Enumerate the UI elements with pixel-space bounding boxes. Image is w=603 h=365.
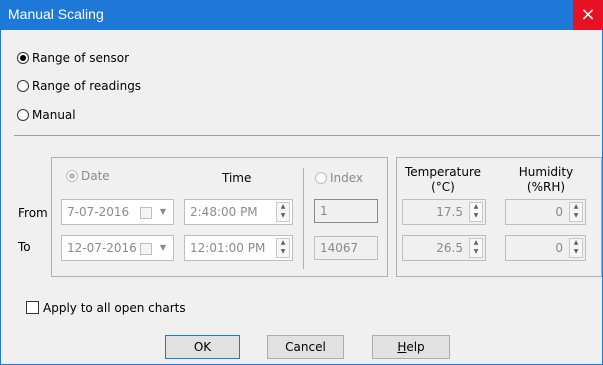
to-label: To [18, 240, 31, 254]
close-button[interactable]: × [573, 0, 603, 30]
help-button[interactable]: Help [372, 335, 450, 359]
radio-date-label: Date [81, 169, 110, 183]
from-label: From [18, 206, 48, 220]
help-label: elp [406, 340, 425, 354]
spin-down-icon: ▼ [473, 212, 479, 219]
radio-date[interactable]: Date [66, 169, 110, 183]
to-index-field[interactable]: 14067 [314, 236, 378, 260]
temperature-spinner[interactable]: ▲ ▼ [469, 202, 483, 222]
to-index-value: 14067 [320, 241, 359, 255]
humidity-spinner[interactable]: ▲ ▼ [569, 238, 583, 258]
calendar-icon [140, 243, 152, 255]
to-humidity-value: 0 [555, 241, 563, 255]
spin-up-icon: ▲ [573, 239, 579, 246]
radio-selected-icon [17, 52, 29, 64]
spin-down-icon: ▼ [280, 248, 286, 255]
from-time-field[interactable]: 2:48:00 PM ▲ ▼ [184, 199, 293, 225]
radio-index-label: Index [330, 171, 364, 185]
to-temperature-field[interactable]: 26.5 ▲ ▼ [402, 235, 486, 261]
humidity-spinner[interactable]: ▲ ▼ [569, 202, 583, 222]
radio-range-of-sensor-label: Range of sensor [32, 51, 129, 65]
from-time-value: 2:48:00 PM [190, 205, 258, 219]
time-header: Time [222, 171, 252, 185]
from-date-value: 7-07-2016 [67, 205, 130, 219]
time-spinner[interactable]: ▲ ▼ [276, 202, 290, 222]
spin-down-icon: ▼ [573, 248, 579, 255]
to-time-value: 12:01:00 PM [190, 241, 266, 255]
spin-down-icon: ▼ [280, 212, 286, 219]
from-index-value: 1 [320, 204, 328, 218]
apply-all-label: Apply to all open charts [43, 301, 186, 315]
radio-disabled-icon [315, 172, 327, 184]
temperature-spinner[interactable]: ▲ ▼ [469, 238, 483, 258]
from-humidity-value: 0 [555, 205, 563, 219]
spin-up-icon: ▲ [473, 203, 479, 210]
to-date-picker[interactable]: 12-07-2016 ▼ [61, 235, 174, 261]
radio-range-of-readings-label: Range of readings [32, 79, 142, 93]
separator [14, 135, 600, 136]
calendar-icon [140, 207, 152, 219]
group-divider [303, 168, 304, 269]
humidity-header-line1: Humidity [518, 165, 574, 179]
radio-manual-label: Manual [32, 108, 76, 122]
radio-disabled-icon [66, 170, 78, 182]
cancel-button[interactable]: Cancel [267, 335, 344, 359]
window-title: Manual Scaling [8, 6, 104, 22]
spin-down-icon: ▼ [473, 248, 479, 255]
radio-manual[interactable]: Manual [17, 108, 76, 122]
temperature-header: Temperature (°C) [403, 165, 483, 195]
to-time-field[interactable]: 12:01:00 PM ▲ ▼ [184, 235, 293, 261]
temperature-header-line2: (°C) [431, 180, 455, 194]
radio-range-of-sensor[interactable]: Range of sensor [17, 51, 129, 65]
time-spinner[interactable]: ▲ ▼ [276, 238, 290, 258]
humidity-header-line2: (%RH) [526, 180, 566, 194]
radio-index[interactable]: Index [315, 171, 363, 185]
radio-unselected-icon [17, 80, 29, 92]
ok-button[interactable]: OK [165, 335, 240, 359]
from-index-field[interactable]: 1 [314, 199, 378, 223]
spin-up-icon: ▲ [573, 203, 579, 210]
radio-range-of-readings[interactable]: Range of readings [17, 79, 141, 93]
apply-all-checkbox[interactable] [26, 301, 39, 314]
spin-up-icon: ▲ [473, 239, 479, 246]
to-date-value: 12-07-2016 [67, 241, 137, 255]
spin-up-icon: ▲ [280, 239, 286, 246]
title-bar: Manual Scaling × [0, 0, 603, 30]
to-temperature-value: 26.5 [436, 241, 463, 255]
temperature-header-line1: Temperature [404, 165, 481, 179]
to-humidity-field[interactable]: 0 ▲ ▼ [505, 235, 586, 261]
humidity-header: Humidity (%RH) [508, 165, 584, 195]
radio-unselected-icon [17, 109, 29, 121]
dropdown-arrow-icon: ▼ [159, 243, 166, 252]
dropdown-arrow-icon: ▼ [159, 207, 166, 216]
help-mnemonic: H [397, 340, 407, 354]
from-humidity-field[interactable]: 0 ▲ ▼ [505, 199, 586, 225]
from-temperature-value: 17.5 [436, 205, 463, 219]
from-date-picker[interactable]: 7-07-2016 ▼ [61, 199, 174, 225]
from-temperature-field[interactable]: 17.5 ▲ ▼ [402, 199, 486, 225]
spin-down-icon: ▼ [573, 212, 579, 219]
close-icon: × [580, 4, 596, 25]
spin-up-icon: ▲ [280, 203, 286, 210]
